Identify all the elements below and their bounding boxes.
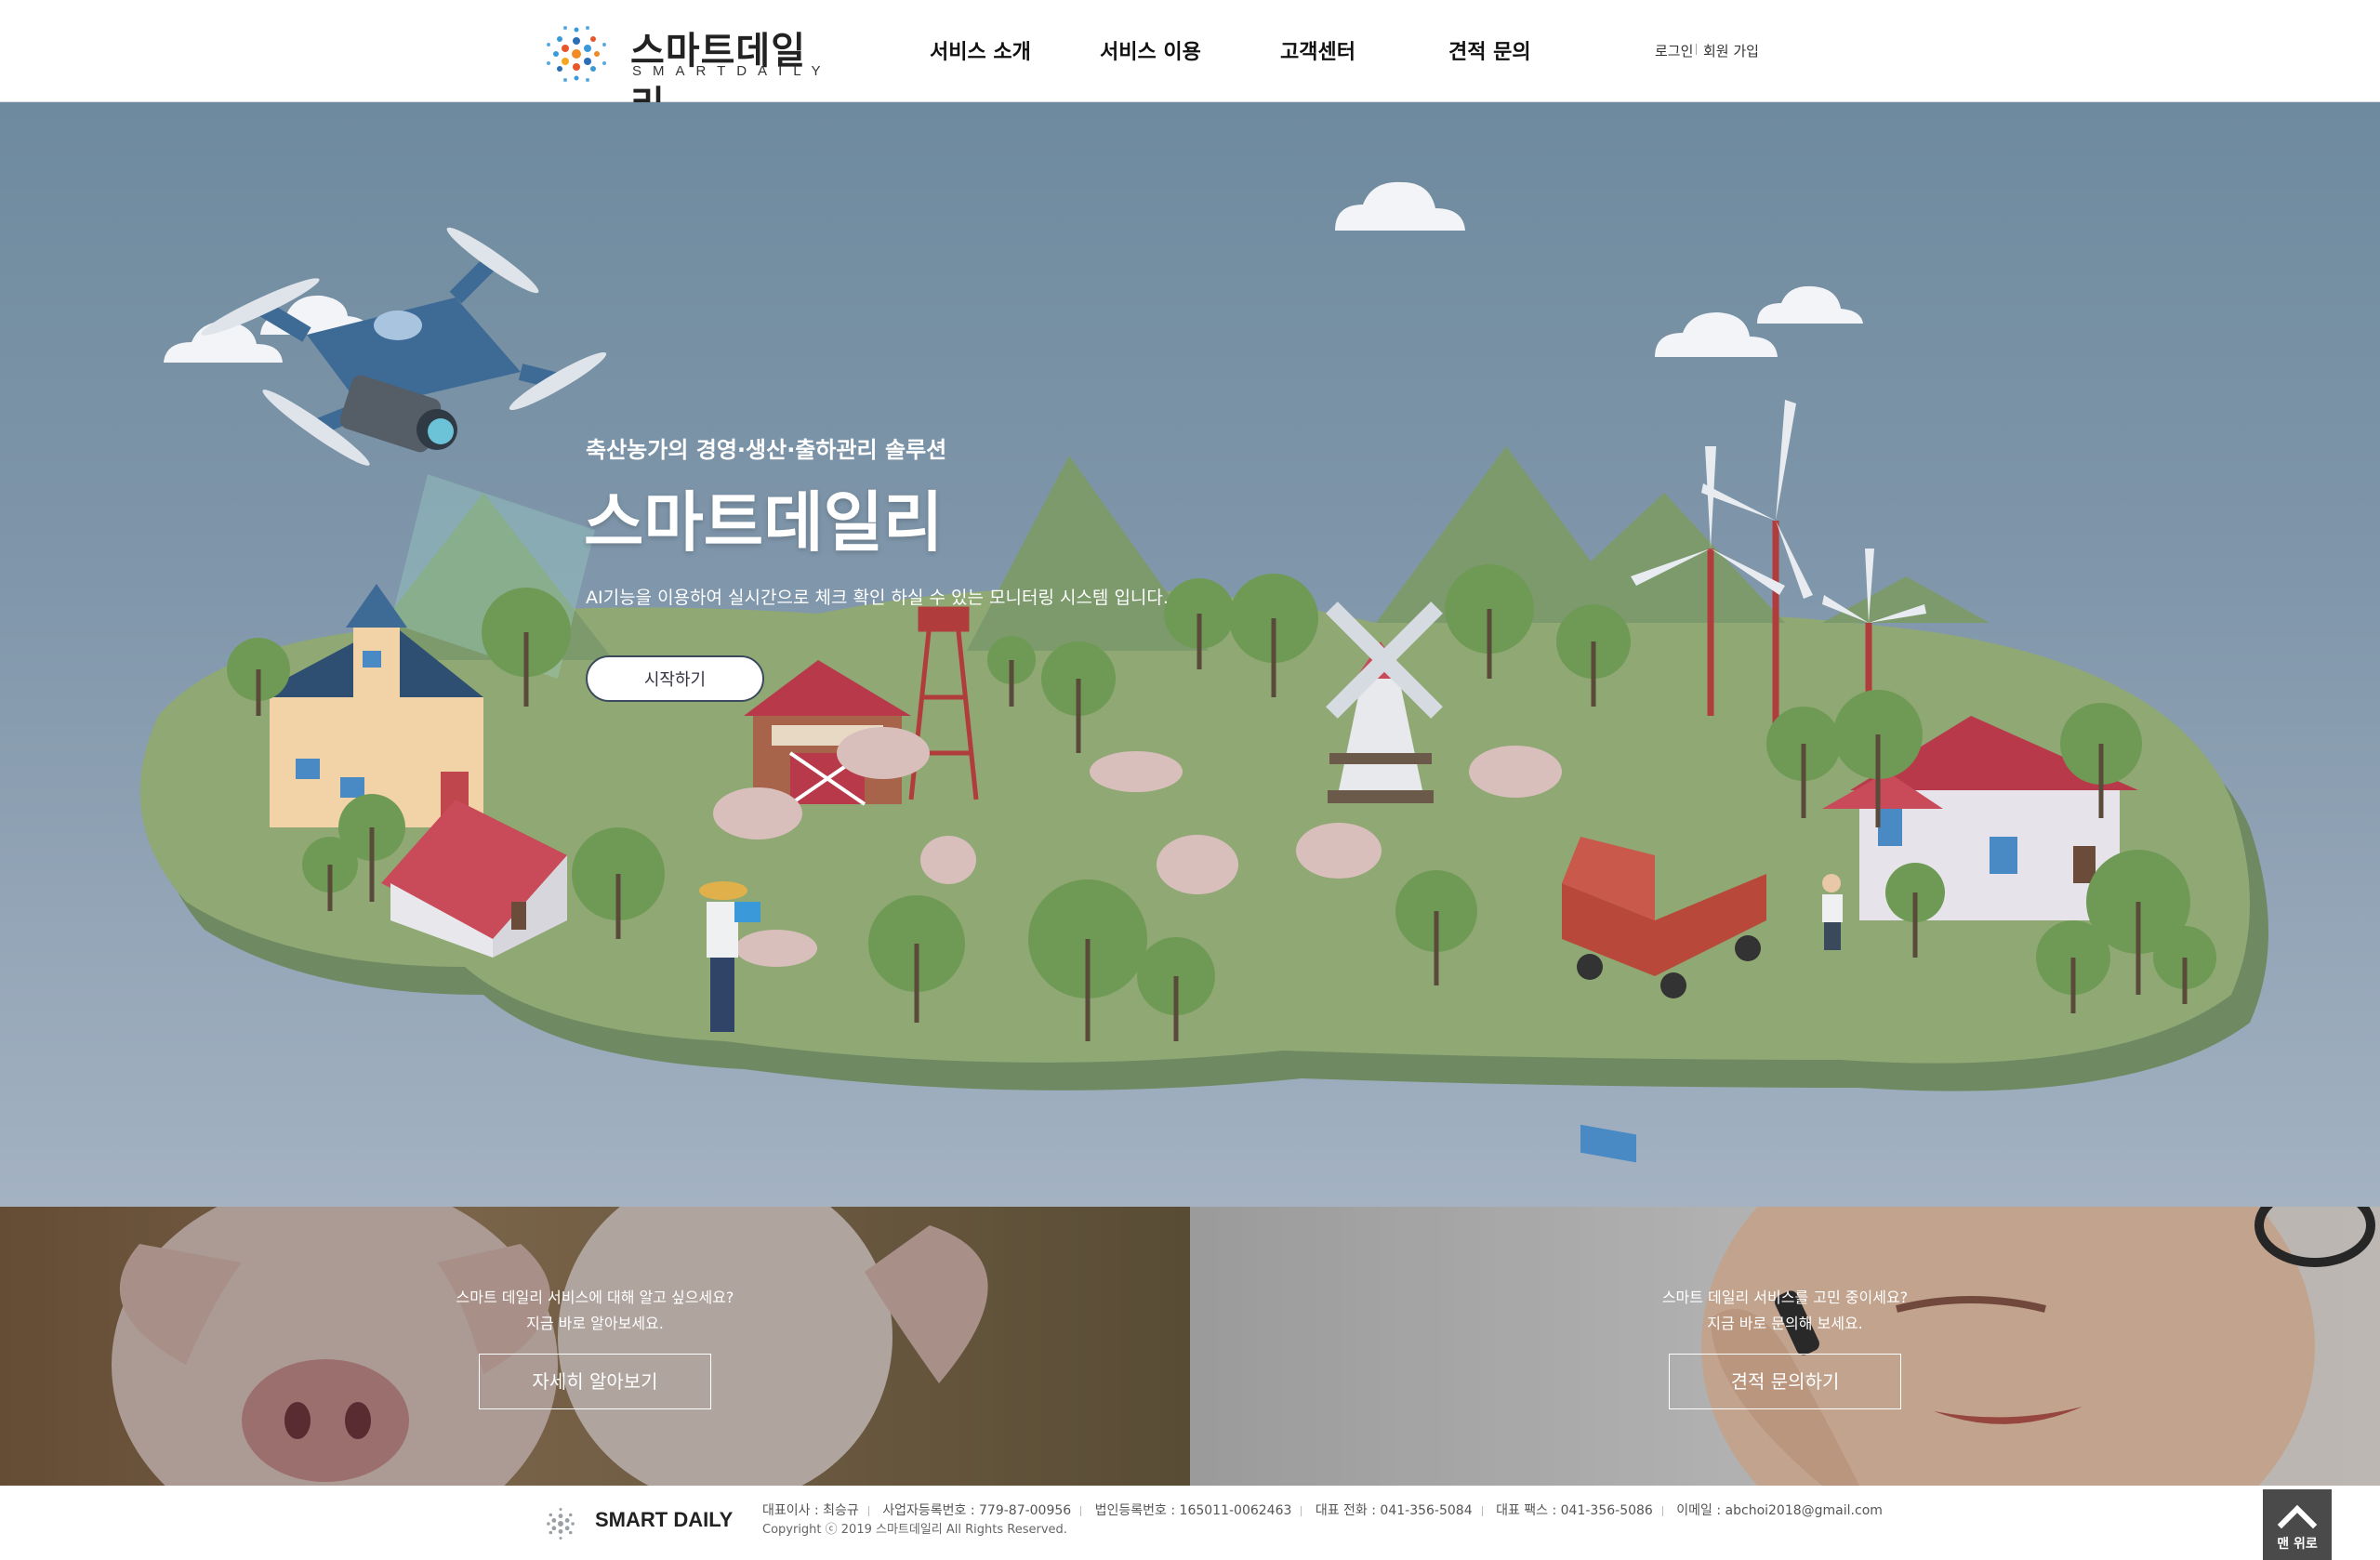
- footer-logo-dots-icon: [547, 1508, 575, 1540]
- promo-overlay: [0, 1207, 1190, 1486]
- footer-corp-no: 법인등록번호 : 165011-0062463: [1094, 1503, 1292, 1518]
- footer-ceo: 대표이사 : 최승규: [762, 1503, 859, 1518]
- footer-email: 이메일 : abchoi2018@gmail.com: [1676, 1503, 1883, 1518]
- company-info: 대표이사 : 최승규 사업자등록번호 : 779-87-00956 법인등록번호…: [762, 1501, 1883, 1519]
- back-to-top-label: 맨 위로: [2277, 1537, 2318, 1552]
- learn-more-button[interactable]: 자세히 알아보기: [479, 1354, 711, 1409]
- logo[interactable]: 스마트데일리 SMARTDAILY: [537, 15, 820, 126]
- footer-logo-text: SMART DAILY: [595, 1508, 734, 1531]
- chevron-up-icon: [2277, 1504, 2318, 1529]
- hero-description: AI기능을 이용하여 실시간으로 체크 확인 하실 수 있는 모니터링 시스템 …: [586, 588, 1169, 608]
- footer-phone: 대표 전화 : 041-356-5084: [1315, 1503, 1473, 1518]
- copyright: Copyright ⓒ 2019 스마트데일리 All Rights Reser…: [762, 1523, 1067, 1537]
- promo-learn-more: 스마트 데일리 서비스에 대해 알고 싶으세요? 지금 바로 알아보세요. 자세…: [0, 1207, 1190, 1486]
- login-link[interactable]: 로그인: [1655, 41, 1693, 60]
- promo-right-line2: 지금 바로 문의해 보세요.: [1707, 1315, 1863, 1332]
- farm-illustration: [139, 181, 2268, 1163]
- nav-item-service-intro[interactable]: 서비스 소개: [930, 35, 1031, 65]
- hero-banner: 축산농가의 경영·생산·출하관리 솔루션 스마트데일리 AI기능을 이용하여 실…: [0, 102, 2380, 1207]
- site-header: 스마트데일리 SMARTDAILY 서비스 소개 서비스 이용 고객센터 견적 …: [0, 0, 2380, 126]
- promo-left-text: 스마트 데일리 서비스에 대해 알고 싶으세요? 지금 바로 알아보세요.: [316, 1285, 874, 1337]
- promo-left-line2: 지금 바로 알아보세요.: [526, 1315, 664, 1332]
- promo-left-line1: 스마트 데일리 서비스에 대해 알고 싶으세요?: [456, 1289, 734, 1306]
- nav-item-service-use[interactable]: 서비스 이용: [1100, 35, 1201, 65]
- logo-dots-icon: [547, 26, 606, 82]
- nav-item-customer-center[interactable]: 고객센터: [1280, 35, 1355, 65]
- back-to-top-button[interactable]: 맨 위로: [2263, 1489, 2332, 1560]
- footer-business-no: 사업자등록번호 : 779-87-00956: [882, 1503, 1072, 1518]
- child-icon: [1822, 874, 1843, 950]
- site-footer: SMART DAILY 대표이사 : 최승규 사업자등록번호 : 779-87-…: [0, 1486, 2380, 1560]
- nav-item-quote[interactable]: 견적 문의: [1448, 35, 1531, 65]
- start-button[interactable]: 시작하기: [586, 655, 764, 702]
- promo-right-line1: 스마트 데일리 서비스를 고민 중이세요?: [1661, 1289, 1909, 1306]
- signup-link[interactable]: 회원 가입: [1703, 41, 1759, 60]
- quote-button[interactable]: 견적 문의하기: [1669, 1354, 1901, 1409]
- util-divider: [1696, 44, 1697, 55]
- footer-fax: 대표 팩스 : 041-356-5086: [1496, 1503, 1653, 1518]
- promo-overlay: [1190, 1207, 2380, 1486]
- hero-subtitle: 축산농가의 경영·생산·출하관리 솔루션: [586, 437, 947, 463]
- promo-quote: 스마트 데일리 서비스를 고민 중이세요? 지금 바로 문의해 보세요. 견적 …: [1190, 1207, 2380, 1486]
- logo-subtext: SMARTDAILY: [632, 63, 832, 79]
- promo-right-text: 스마트 데일리 서비스를 고민 중이세요? 지금 바로 문의해 보세요.: [1506, 1285, 2064, 1337]
- hero-title: 스마트데일리: [584, 484, 944, 561]
